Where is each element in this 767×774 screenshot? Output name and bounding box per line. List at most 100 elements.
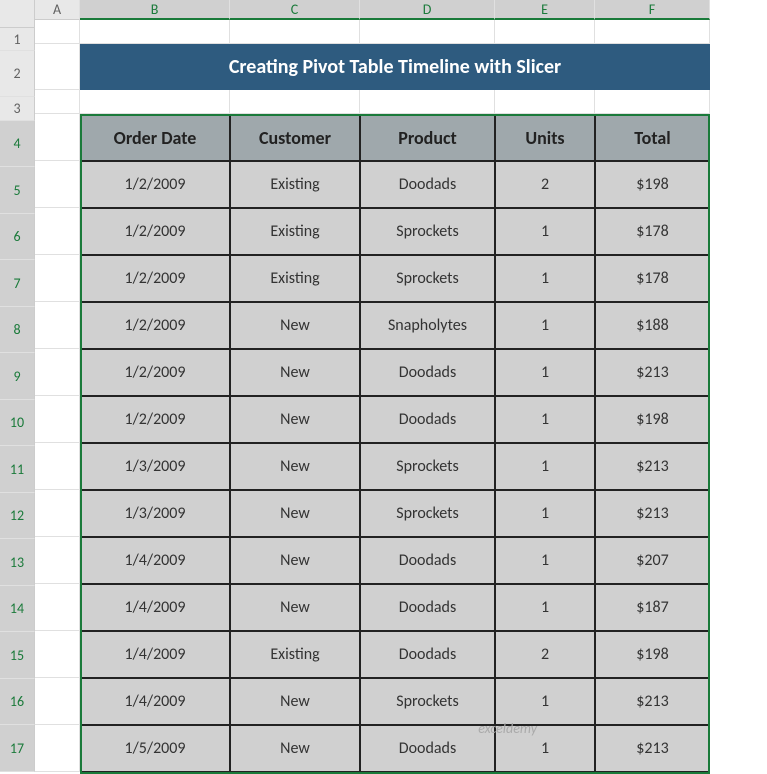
row-header-13[interactable]: 13 xyxy=(0,539,35,586)
cell-B1[interactable] xyxy=(80,20,230,44)
cell-gutter[interactable] xyxy=(35,349,80,396)
cell-gutter[interactable] xyxy=(35,631,80,678)
col-header-F[interactable]: F xyxy=(595,0,710,20)
col-header-C[interactable]: C xyxy=(230,0,360,20)
cell-A1[interactable] xyxy=(35,20,80,44)
cell-product[interactable]: Doodads xyxy=(360,396,495,443)
cell-gutter[interactable] xyxy=(35,537,80,584)
cell-order-date[interactable]: 1/2/2009 xyxy=(80,302,230,349)
cell-order-date[interactable]: 1/4/2009 xyxy=(80,631,230,678)
row-header-10[interactable]: 10 xyxy=(0,400,35,447)
row-header-11[interactable]: 11 xyxy=(0,446,35,493)
cell-units[interactable]: 1 xyxy=(495,255,595,302)
cell-units[interactable]: 1 xyxy=(495,349,595,396)
cell-gutter[interactable] xyxy=(35,490,80,537)
col-header-E[interactable]: E xyxy=(495,0,595,20)
cell-D1[interactable] xyxy=(360,20,495,44)
cell-units[interactable]: 1 xyxy=(495,490,595,537)
cell-product[interactable]: Sprockets xyxy=(360,443,495,490)
cell-product[interactable]: Doodads xyxy=(360,725,495,772)
row-header-6[interactable]: 6 xyxy=(0,214,35,261)
cell-total[interactable]: $207 xyxy=(595,537,710,584)
cell-D3[interactable] xyxy=(360,90,495,114)
cell-gutter[interactable] xyxy=(35,443,80,490)
cell-A2[interactable] xyxy=(35,44,80,90)
row-header-7[interactable]: 7 xyxy=(0,260,35,307)
cell-gutter[interactable] xyxy=(35,396,80,443)
cell-total[interactable]: $198 xyxy=(595,396,710,443)
cell-customer[interactable]: New xyxy=(230,678,360,725)
row-header-17[interactable]: 17 xyxy=(0,725,35,772)
row-header-14[interactable]: 14 xyxy=(0,586,35,633)
cell-order-date[interactable]: 1/2/2009 xyxy=(80,161,230,208)
cell-order-date[interactable]: 1/2/2009 xyxy=(80,208,230,255)
row-header-1[interactable]: 1 xyxy=(0,28,35,52)
cell-customer[interactable]: New xyxy=(230,396,360,443)
cell-total[interactable]: $188 xyxy=(595,302,710,349)
header-product[interactable]: Product xyxy=(360,114,495,161)
cell-total[interactable]: $213 xyxy=(595,725,710,772)
cell-gutter[interactable] xyxy=(35,678,80,725)
cell-units[interactable]: 1 xyxy=(495,537,595,584)
cell-order-date[interactable]: 1/4/2009 xyxy=(80,584,230,631)
cell-product[interactable]: Doodads xyxy=(360,584,495,631)
cell-units[interactable]: 1 xyxy=(495,678,595,725)
cell-units[interactable]: 1 xyxy=(495,443,595,490)
cell-units[interactable]: 2 xyxy=(495,161,595,208)
header-order-date[interactable]: Order Date xyxy=(80,114,230,161)
cell-order-date[interactable]: 1/2/2009 xyxy=(80,255,230,302)
cell-E3[interactable] xyxy=(495,90,595,114)
cell-units[interactable]: 1 xyxy=(495,396,595,443)
col-header-D[interactable]: D xyxy=(360,0,495,20)
cell-A3[interactable] xyxy=(35,90,80,114)
cell-total[interactable]: $187 xyxy=(595,584,710,631)
cell-order-date[interactable]: 1/3/2009 xyxy=(80,490,230,537)
cell-customer[interactable]: New xyxy=(230,443,360,490)
cell-total[interactable]: $213 xyxy=(595,443,710,490)
cell-order-date[interactable]: 1/5/2009 xyxy=(80,725,230,772)
row-header-5[interactable]: 5 xyxy=(0,167,35,214)
row-header-4[interactable]: 4 xyxy=(0,121,35,168)
row-header-16[interactable]: 16 xyxy=(0,679,35,726)
cell-order-date[interactable]: 1/2/2009 xyxy=(80,349,230,396)
cell-A4[interactable] xyxy=(35,114,80,161)
cell-total[interactable]: $178 xyxy=(595,255,710,302)
select-all-corner[interactable] xyxy=(0,0,35,28)
cell-customer[interactable]: New xyxy=(230,349,360,396)
cell-C1[interactable] xyxy=(230,20,360,44)
cell-customer[interactable]: New xyxy=(230,725,360,772)
cell-customer[interactable]: Existing xyxy=(230,161,360,208)
row-header-8[interactable]: 8 xyxy=(0,307,35,354)
cell-units[interactable]: 2 xyxy=(495,631,595,678)
cell-gutter[interactable] xyxy=(35,302,80,349)
cell-total[interactable]: $213 xyxy=(595,490,710,537)
cell-units[interactable]: 1 xyxy=(495,208,595,255)
cell-units[interactable]: 1 xyxy=(495,584,595,631)
header-customer[interactable]: Customer xyxy=(230,114,360,161)
cell-gutter[interactable] xyxy=(35,161,80,208)
row-header-12[interactable]: 12 xyxy=(0,493,35,540)
cell-total[interactable]: $213 xyxy=(595,678,710,725)
cell-F3[interactable] xyxy=(595,90,710,114)
cell-order-date[interactable]: 1/3/2009 xyxy=(80,443,230,490)
row-header-3[interactable]: 3 xyxy=(0,97,35,121)
cell-customer[interactable]: Existing xyxy=(230,208,360,255)
row-header-9[interactable]: 9 xyxy=(0,353,35,400)
cell-gutter[interactable] xyxy=(35,584,80,631)
cell-order-date[interactable]: 1/4/2009 xyxy=(80,678,230,725)
cell-product[interactable]: Doodads xyxy=(360,349,495,396)
cell-customer[interactable]: New xyxy=(230,584,360,631)
row-header-15[interactable]: 15 xyxy=(0,632,35,679)
cell-product[interactable]: Sprockets xyxy=(360,490,495,537)
cell-product[interactable]: Sprockets xyxy=(360,678,495,725)
cell-gutter[interactable] xyxy=(35,725,80,772)
cell-gutter[interactable] xyxy=(35,255,80,302)
header-units[interactable]: Units xyxy=(495,114,595,161)
cell-customer[interactable]: New xyxy=(230,490,360,537)
cell-units[interactable]: 1 xyxy=(495,302,595,349)
cell-total[interactable]: $198 xyxy=(595,631,710,678)
cell-customer[interactable]: Existing xyxy=(230,255,360,302)
cell-F1[interactable] xyxy=(595,20,710,44)
cell-E1[interactable] xyxy=(495,20,595,44)
cell-product[interactable]: Doodads xyxy=(360,631,495,678)
